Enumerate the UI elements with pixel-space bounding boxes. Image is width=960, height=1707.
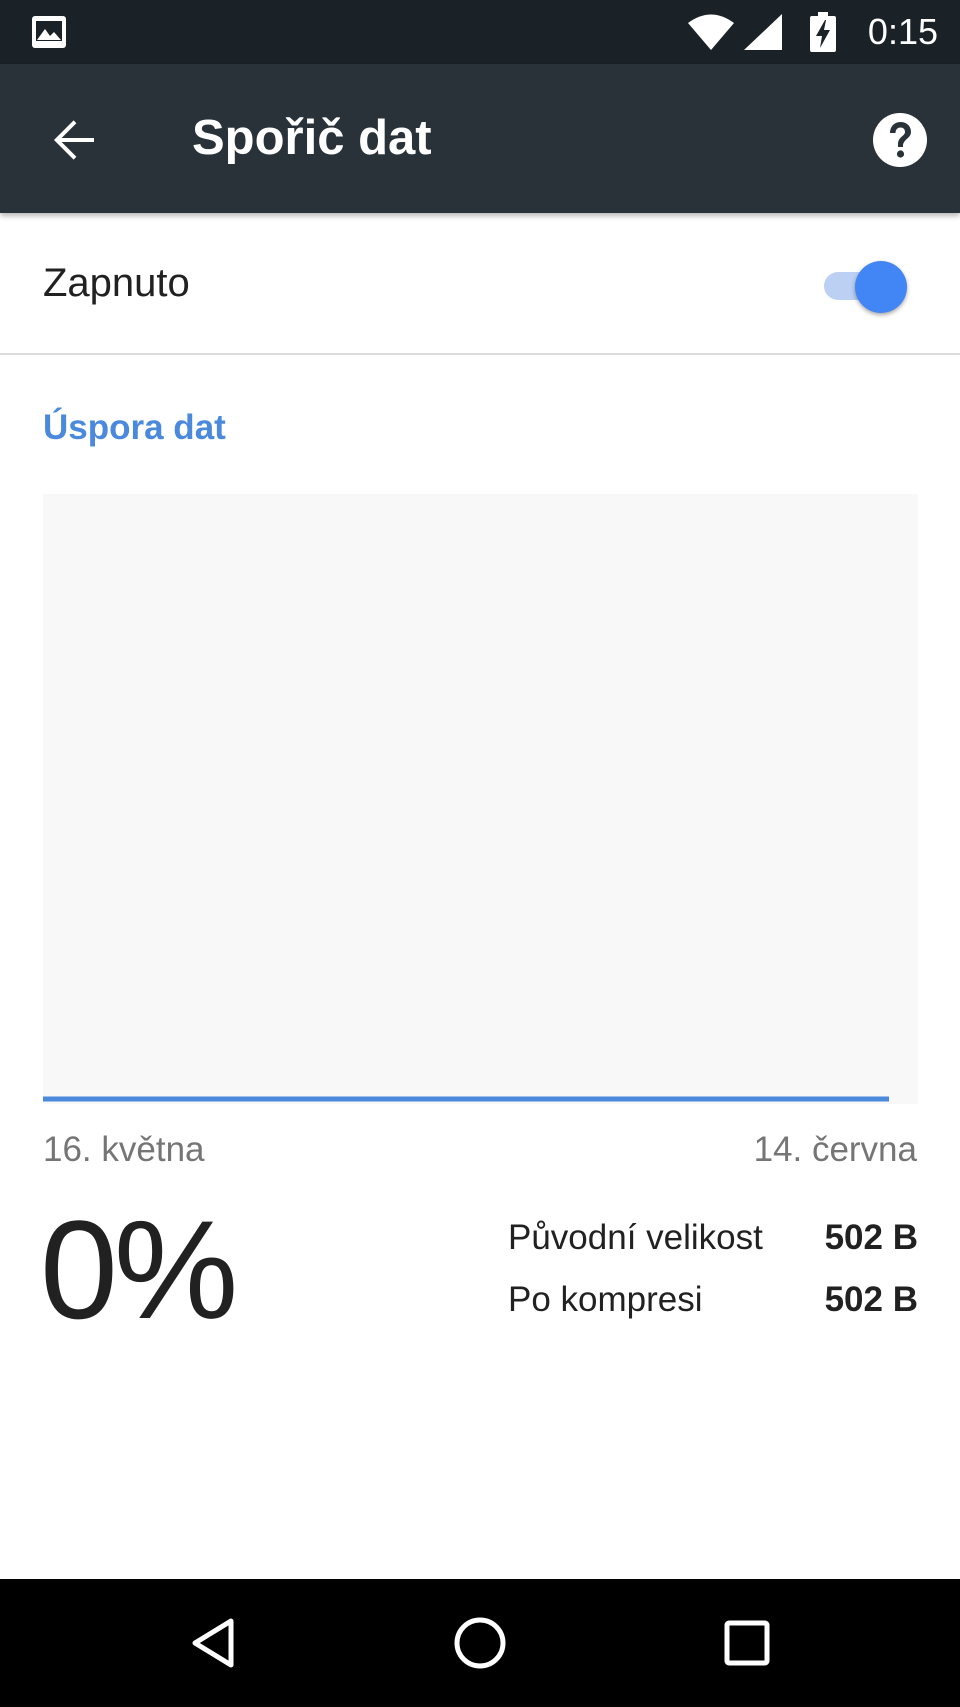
- chart-end-date: 14. června: [753, 1130, 917, 1169]
- stats-table: Původní velikost 502 B Po kompresi 502 B: [508, 1214, 918, 1338]
- help-icon: [873, 113, 927, 167]
- page-title: Spořič dat: [192, 111, 432, 165]
- status-bar: 0:15: [0, 0, 960, 64]
- battery-charging-icon: [810, 12, 836, 52]
- section-title: Úspora dat: [43, 408, 226, 447]
- help-button[interactable]: [868, 108, 932, 172]
- chart-svg: [43, 1096, 889, 1102]
- toggle-label: Zapnuto: [43, 261, 190, 305]
- nav-back-button[interactable]: [175, 1603, 255, 1683]
- back-button[interactable]: [36, 104, 112, 176]
- stat-row-compressed: Po kompresi 502 B: [508, 1276, 918, 1338]
- nav-back-icon: [192, 1618, 234, 1668]
- stat-label: Původní velikost: [508, 1218, 763, 1257]
- app-bar: Spořič dat: [0, 64, 960, 213]
- status-time: 0:15: [867, 11, 938, 52]
- stat-label: Po kompresi: [508, 1280, 703, 1319]
- gallery-icon: [32, 16, 66, 48]
- nav-home-icon: [454, 1617, 506, 1669]
- data-savings-chart: [43, 494, 918, 1104]
- wifi-icon: [688, 14, 734, 50]
- data-saver-switch[interactable]: [820, 257, 912, 315]
- data-saver-toggle-row[interactable]: Zapnuto: [0, 213, 960, 355]
- arrow-back-icon: [54, 120, 94, 160]
- navigation-bar: [0, 1579, 960, 1707]
- chart-start-date: 16. května: [43, 1130, 205, 1169]
- signal-icon: [744, 14, 782, 50]
- switch-thumb: [855, 261, 907, 313]
- stat-value: 502 B: [824, 1280, 918, 1319]
- savings-percent: 0%: [40, 1191, 238, 1348]
- stat-row-original: Původní velikost 502 B: [508, 1214, 918, 1276]
- nav-recents-button[interactable]: [707, 1603, 787, 1683]
- nav-home-button[interactable]: [440, 1603, 520, 1683]
- stat-value: 502 B: [824, 1218, 918, 1257]
- nav-recents-icon: [724, 1620, 770, 1666]
